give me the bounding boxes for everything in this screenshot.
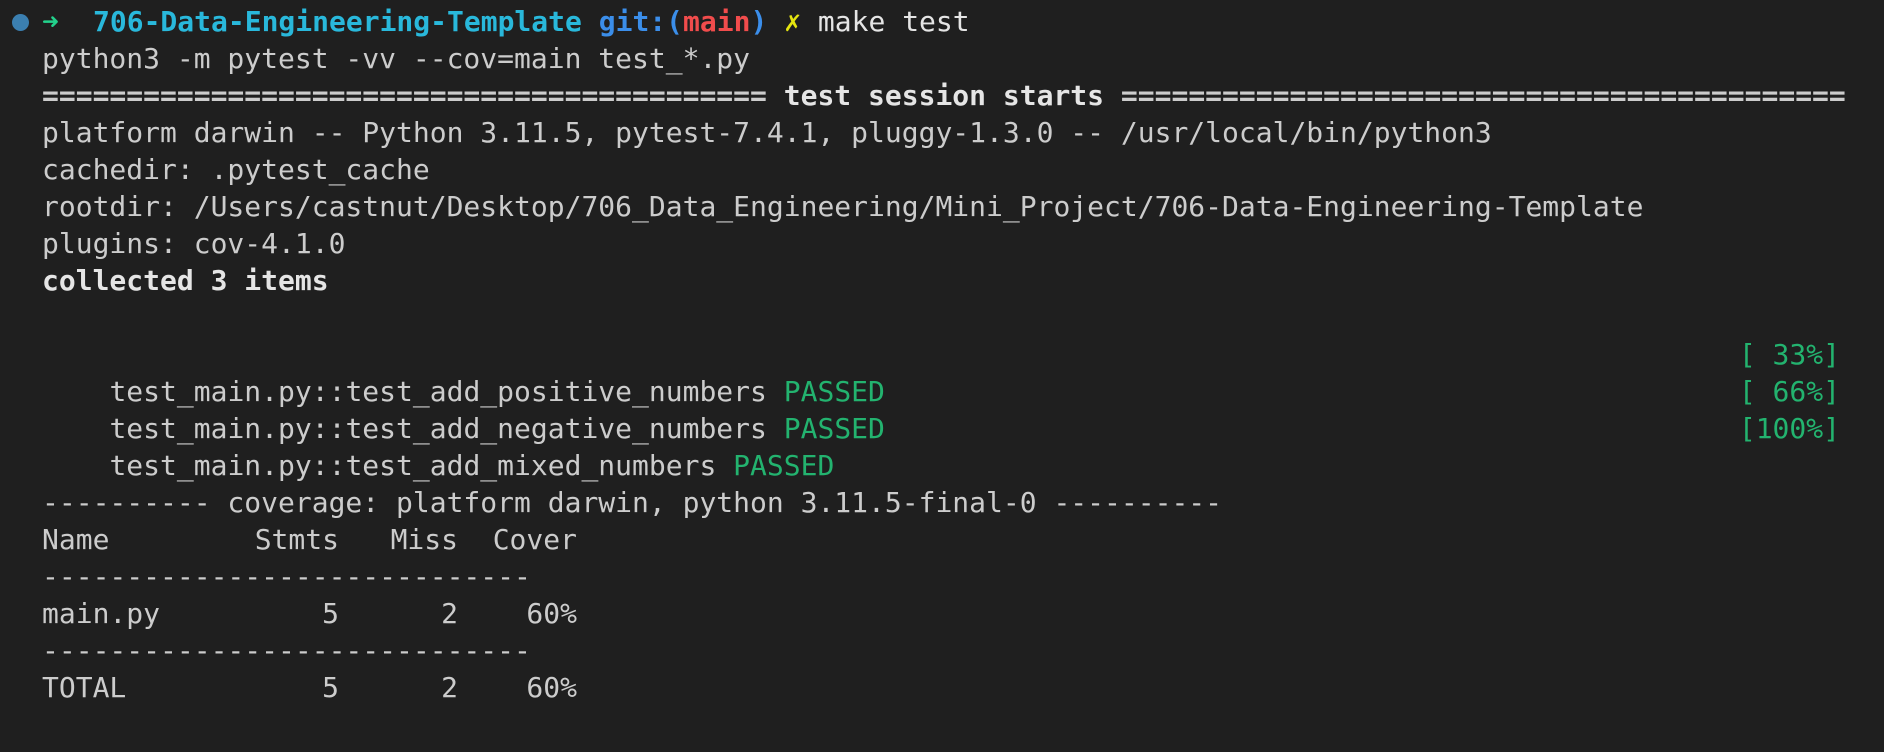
collected-line: collected 3 items	[42, 264, 329, 297]
test-result-row: test_main.py::test_add_positive_numbers …	[0, 336, 1884, 408]
cover-value: 60%	[526, 597, 577, 630]
coverage-row: main.py 5 2 60%	[0, 595, 1884, 632]
total-miss: 2	[441, 671, 458, 704]
cachedir-line: cachedir: .pytest_cache	[42, 153, 430, 186]
session-title: test session starts	[783, 79, 1105, 112]
column-header-name: Name	[42, 523, 110, 556]
command-status-dot-icon[interactable]	[12, 14, 29, 31]
coverage-table: Name Stmts Miss Cover ---------------------…	[0, 521, 1884, 706]
coverage-rule: -----------------------------	[0, 632, 1884, 669]
dirty-mark-icon: ✗	[784, 5, 802, 38]
prompt-line: ➜ 706-Data-Engineering-Template git:(mai…	[0, 3, 1884, 40]
column-header-stmts: Stmts	[254, 523, 339, 556]
test-progress: [ 33%]	[1738, 338, 1840, 371]
rootdir-line: rootdir: /Users/castnut/Desktop/706_Data…	[42, 190, 1644, 223]
session-header: ========================================…	[0, 77, 1884, 114]
pytest-invocation: python3 -m pytest -vv --cov=main test_*.…	[42, 42, 751, 75]
plugins-line: plugins: cov-4.1.0	[42, 227, 346, 260]
column-header-cover: Cover	[492, 523, 577, 556]
rule-text: -----------------------------	[42, 560, 531, 593]
column-header-miss: Miss	[390, 523, 458, 556]
test-result-row: test_main.py::test_add_mixed_numbers PAS…	[0, 410, 1884, 482]
total-cover: 60%	[526, 671, 577, 704]
prompt-arrow-icon: ➜	[42, 5, 59, 38]
test-result-row: test_main.py::test_add_negative_numbers …	[0, 373, 1884, 445]
platform-line: platform darwin -- Python 3.11.5, pytest…	[42, 116, 1492, 149]
git-prefix: git:(	[598, 5, 684, 38]
prompt-content: 706-Data-Engineering-Template git:(main)…	[93, 3, 970, 40]
coverage-header-row: Name Stmts Miss Cover	[0, 521, 1884, 558]
rule-text: -----------------------------	[42, 634, 531, 667]
git-branch: main	[683, 5, 751, 38]
test-progress: [ 66%]	[1738, 375, 1840, 408]
terminal-window[interactable]: ➜ 706-Data-Engineering-Template git:(mai…	[0, 0, 1884, 752]
total-stmts: 5	[322, 671, 339, 704]
file-name: main.py	[42, 597, 161, 630]
miss-value: 2	[441, 597, 458, 630]
test-progress: [100%]	[1738, 412, 1840, 445]
coverage-total-row: TOTAL 5 2 60%	[0, 669, 1884, 706]
git-suffix: )	[750, 5, 768, 38]
command-text: make test	[817, 5, 970, 38]
session-rule-right: ========================================…	[1120, 79, 1846, 112]
stmts-value: 5	[322, 597, 339, 630]
session-rule-left: ========================================…	[42, 79, 767, 112]
prompt-directory: 706-Data-Engineering-Template	[93, 5, 582, 38]
total-label: TOTAL	[42, 671, 127, 704]
coverage-header: ---------- coverage: platform darwin, py…	[42, 486, 1223, 519]
coverage-rule: -----------------------------	[0, 558, 1884, 595]
